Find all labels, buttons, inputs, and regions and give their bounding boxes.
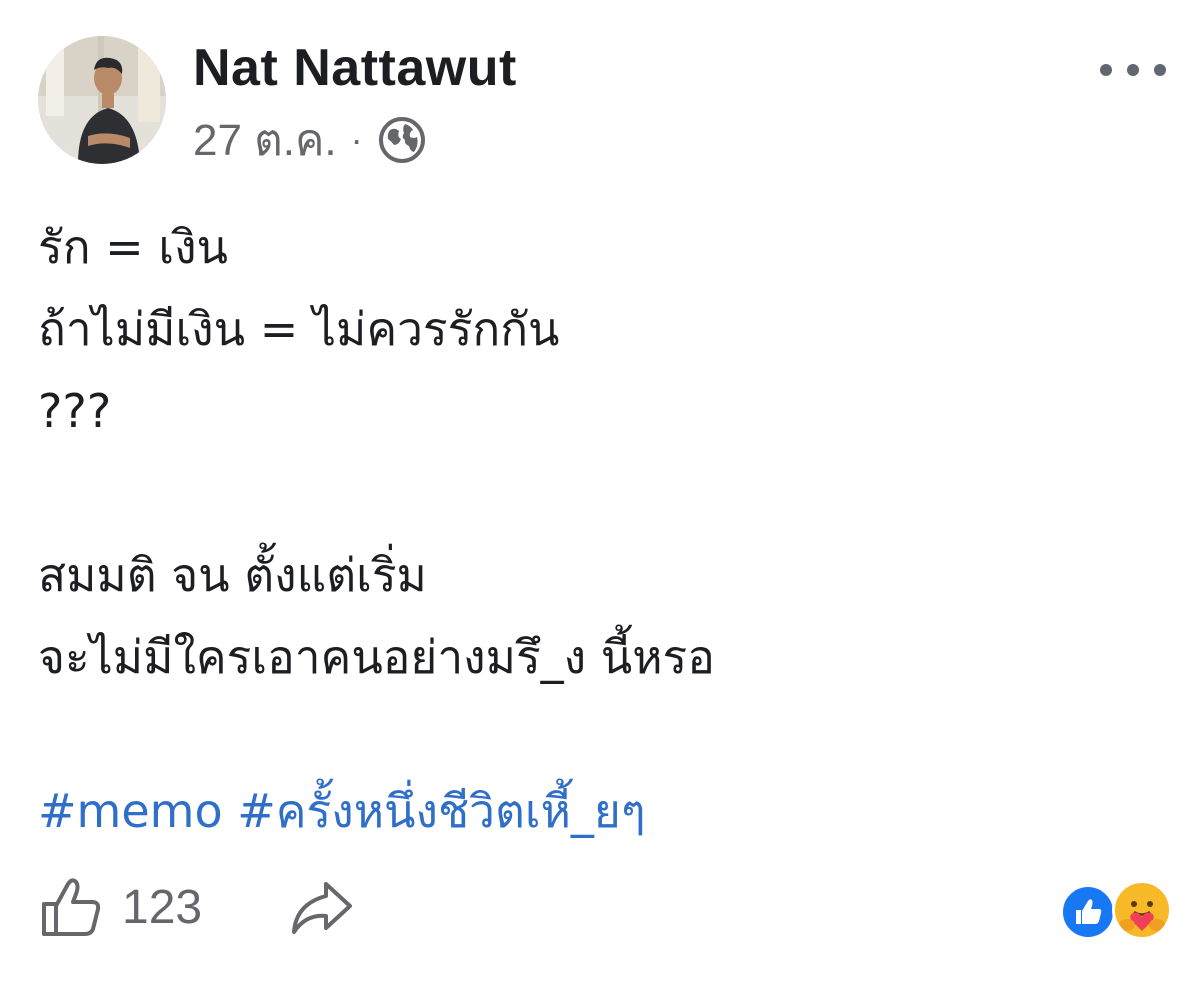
more-dot: [1154, 64, 1166, 76]
more-options-button[interactable]: [1100, 52, 1166, 88]
reactions-summary[interactable]: [1060, 880, 1172, 940]
share-arrow-icon: [292, 882, 352, 934]
post-text-line: ถ้าไม่มีเงิน = ไม่ควรรักกัน: [38, 302, 560, 356]
post-text-line: สมมติ จน ตั้งแต่เริ่ม: [38, 548, 427, 602]
like-count[interactable]: 123: [122, 880, 202, 935]
meta-separator: ·: [350, 119, 363, 160]
like-button[interactable]: 123: [38, 874, 202, 940]
hashtag-memo[interactable]: #memo: [38, 784, 223, 838]
like-reaction-icon: [1060, 884, 1116, 940]
share-button[interactable]: [288, 876, 354, 938]
hashtag-thai[interactable]: #ครั้งหนึ่งชีวิตเหี้_ยๆ: [237, 784, 645, 838]
post-text-blank-line: [38, 452, 1158, 534]
author-name[interactable]: Nat Nattawut: [193, 38, 517, 98]
post-date[interactable]: 27 ต.ค.: [193, 105, 337, 175]
hashtags: #memo #ครั้งหนึ่งชีวิตเหี้_ยๆ: [38, 770, 646, 852]
post-text-line: ???: [38, 384, 112, 438]
care-reaction-icon: [1112, 880, 1172, 940]
post-text-line: จะไม่มีใครเอาคนอย่างมรึ_ง นี้หรอ: [38, 630, 715, 684]
post-meta: 27 ต.ค. ·: [193, 112, 427, 168]
globe-icon[interactable]: [377, 115, 427, 165]
facebook-post: Nat Nattawut 27 ต.ค. · รัก = เงิน ถ้าไม่…: [0, 0, 1200, 994]
more-dots-icon: [1100, 64, 1112, 76]
profile-photo: [38, 36, 166, 164]
more-dot: [1127, 64, 1139, 76]
avatar[interactable]: [38, 36, 166, 164]
post-text: รัก = เงิน ถ้าไม่มีเงิน = ไม่ควรรักกัน ?…: [38, 206, 1158, 698]
thumbs-up-icon: [42, 878, 101, 936]
post-text-line: รัก = เงิน: [38, 220, 228, 274]
